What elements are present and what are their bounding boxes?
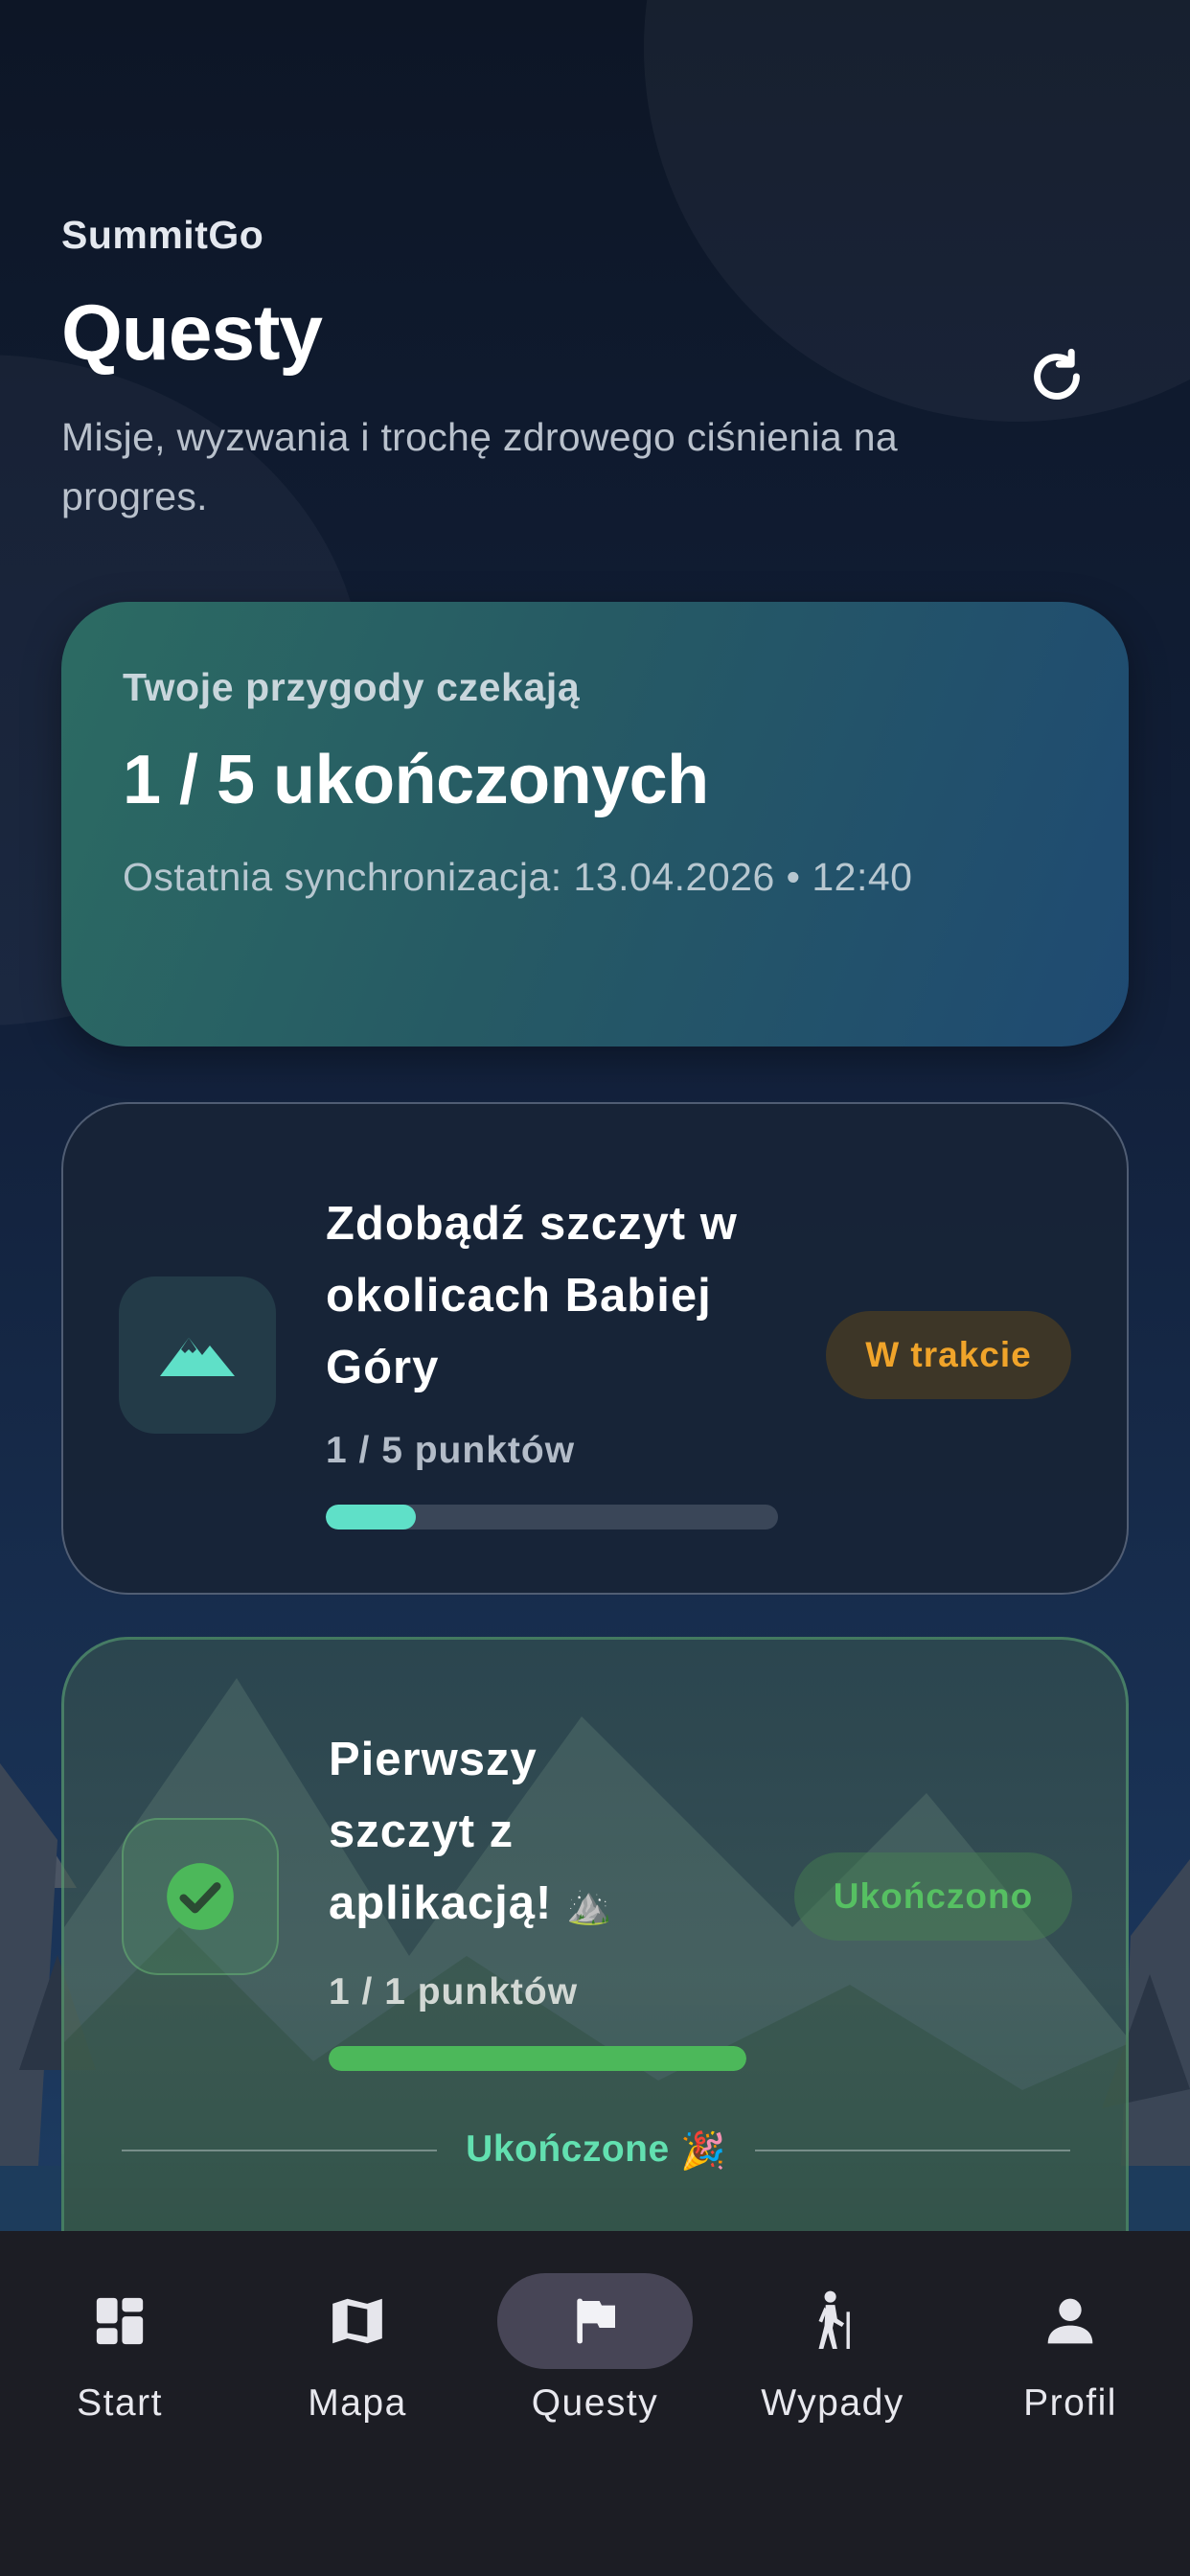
last-sync-text: Ostatnia synchronizacja: 13.04.2026 • 12… — [123, 855, 913, 899]
header: SummitGo Questy Misje, wyzwania i trochę… — [61, 213, 1125, 526]
tab-questy[interactable]: Questy — [485, 2273, 705, 2425]
refresh-button[interactable] — [1023, 343, 1090, 410]
tab-label: Start — [77, 2382, 163, 2424]
quest-icon-box — [119, 1276, 276, 1434]
page-subtitle: Misje, wyzwania i trochę zdrowego ciśnie… — [61, 415, 898, 518]
tab-icon-wrap — [497, 2273, 693, 2369]
tab-icon-wrap — [260, 2273, 455, 2369]
summary-label: Twoje przygody czekają — [123, 665, 581, 709]
quest-progress-bar — [326, 1505, 778, 1530]
quest-progress-fill — [329, 2046, 746, 2071]
check-circle-icon — [167, 1863, 234, 1930]
completed-section-label: Ukończone 🎉 — [466, 2128, 726, 2173]
dashboard-icon — [96, 2297, 144, 2345]
quest-icon-box — [122, 1818, 279, 1975]
mountain-icon — [160, 1338, 235, 1376]
tab-label: Wypady — [761, 2382, 904, 2424]
quest-title: Pierwszy szczyt z aplikacją! ⛰️ — [329, 1724, 693, 1943]
tab-start[interactable]: Start — [10, 2273, 230, 2425]
app-name: SummitGo — [61, 213, 264, 257]
flag-icon — [577, 2298, 615, 2344]
divider-line — [122, 2149, 438, 2151]
summary-card: Twoje przygody czekają 1 / 5 ukończonych… — [61, 602, 1129, 1046]
tab-profil[interactable]: Profil — [960, 2273, 1180, 2425]
tab-icon-wrap — [735, 2273, 930, 2369]
quest-title: Zdobądź szczyt w okolicach Babiej Góry — [326, 1198, 738, 1393]
person-icon — [1047, 2298, 1093, 2344]
quest-title-emoji: ⛰️ — [565, 1885, 613, 1926]
completed-label-text: Ukończone — [466, 2128, 670, 2170]
tab-label: Mapa — [308, 2382, 407, 2424]
quest-card[interactable]: Zdobądź szczyt w okolicach Babiej Góry 1… — [61, 1102, 1129, 1595]
tab-icon-wrap — [22, 2273, 217, 2369]
page-title: Questy — [61, 289, 323, 377]
tab-wypady[interactable]: Wypady — [722, 2273, 943, 2425]
quest-card[interactable]: Pierwszy szczyt z aplikacją! ⛰️ 1 / 1 pu… — [61, 1637, 1129, 2250]
quest-title-text: Pierwszy szczyt z aplikacją! — [329, 1734, 553, 1929]
quest-progress-text: 1 / 1 punktów — [329, 1971, 579, 2012]
tab-label: Questy — [531, 2382, 659, 2424]
divider-line — [754, 2149, 1071, 2151]
tab-icon-wrap — [973, 2273, 1168, 2369]
quest-progress-fill — [326, 1505, 417, 1530]
party-emoji: 🎉 — [680, 2130, 726, 2172]
completed-divider: Ukończone 🎉 — [122, 2128, 1071, 2173]
status-badge: Ukończono — [794, 1852, 1072, 1941]
tab-label: Profil — [1023, 2382, 1117, 2424]
map-icon — [332, 2298, 382, 2344]
completed-count: 1 / 5 ukończonych — [123, 742, 709, 818]
status-badge: W trakcie — [826, 1311, 1071, 1399]
quest-progress-bar — [329, 2046, 746, 2071]
hiker-icon — [818, 2290, 850, 2349]
refresh-icon — [1034, 348, 1080, 400]
quest-progress-text: 1 / 5 punktów — [326, 1430, 576, 1471]
tab-mapa[interactable]: Mapa — [247, 2273, 468, 2425]
bottom-tab-bar: Start Mapa Questy Wypady Profil — [0, 2231, 1190, 2576]
